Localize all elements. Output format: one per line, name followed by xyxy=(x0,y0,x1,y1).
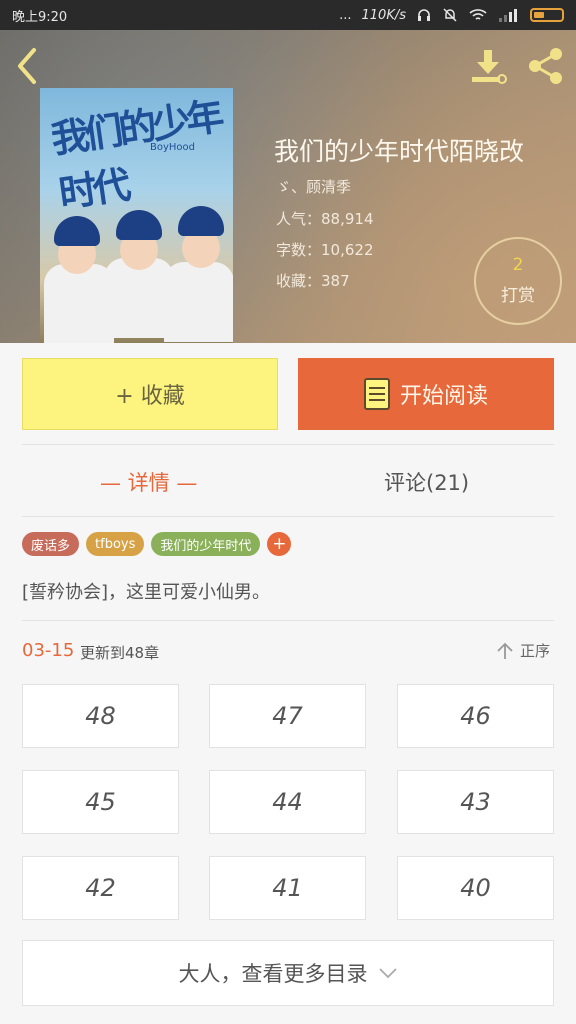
book-word-count: 字数：10,622 xyxy=(276,241,374,259)
book-intro: [誓矜协会]，这里可爱小仙男。 xyxy=(22,582,271,603)
divider xyxy=(22,516,554,517)
reward-label: 打赏 xyxy=(501,286,535,306)
book-popularity: 人气：88,914 xyxy=(276,210,374,228)
download-icon xyxy=(472,50,507,84)
update-text: 更新到48章 xyxy=(80,644,160,662)
sort-label: 正序 xyxy=(520,642,551,660)
chevron-down-icon xyxy=(378,968,397,979)
book-header: 我们的少年时代 BoyHood 我们的少年时代陌晓改 ゞ、顾清季 人气：88,9… xyxy=(0,30,576,343)
book-author[interactable]: ゞ、顾清季 xyxy=(276,176,351,197)
book-icon xyxy=(363,378,390,410)
update-date: 03-15 xyxy=(22,640,75,661)
add-tag-button[interactable]: + xyxy=(267,532,292,556)
collect-button[interactable]: + 收藏 xyxy=(22,358,278,430)
signal-icon xyxy=(499,9,517,22)
chapter-button[interactable]: 40 xyxy=(397,856,554,920)
network-speed: 110K/s xyxy=(361,7,407,23)
tag-item[interactable]: 我们的少年时代 xyxy=(151,532,261,556)
share-button[interactable] xyxy=(526,46,566,86)
cover-subtitle: BoyHood xyxy=(150,142,195,153)
book-title: 我们的少年时代陌晓改 xyxy=(274,137,525,166)
chapter-button[interactable]: 47 xyxy=(209,684,366,748)
chapter-button[interactable]: 45 xyxy=(22,770,179,834)
divider xyxy=(22,444,554,445)
more-catalog-label: 大人，查看更多目录 xyxy=(178,962,368,986)
status-icons: ... 110K/s xyxy=(339,7,564,23)
mute-bell-icon xyxy=(443,8,457,22)
wifi-icon xyxy=(469,9,487,20)
reward-button[interactable]: 2 打赏 xyxy=(474,237,562,325)
status-time: 晚上9:20 xyxy=(12,9,68,25)
chapter-button[interactable]: 44 xyxy=(209,770,366,834)
download-button[interactable] xyxy=(468,46,508,86)
tab-details[interactable]: — 详情 — xyxy=(100,462,197,502)
status-bar: 晚上9:20 ... 110K/s xyxy=(0,0,576,30)
chapter-button[interactable]: 46 xyxy=(397,684,554,748)
book-cover[interactable]: 我们的少年时代 BoyHood xyxy=(40,88,233,343)
book-favorites: 收藏：387 xyxy=(276,272,350,290)
sort-toggle[interactable]: 正序 xyxy=(496,640,550,661)
cover-title: 我们的少年时代 xyxy=(48,93,223,216)
battery-icon xyxy=(530,8,564,22)
chapter-button[interactable]: 48 xyxy=(22,684,179,748)
chapter-button[interactable]: 42 xyxy=(22,856,179,920)
back-button[interactable] xyxy=(12,46,46,84)
divider xyxy=(22,620,554,621)
status-dots: ... xyxy=(339,7,352,23)
start-reading-button[interactable]: 开始阅读 xyxy=(298,358,554,430)
tag-item[interactable]: tfboys xyxy=(86,532,145,556)
more-catalog-button[interactable]: 大人，查看更多目录 xyxy=(22,940,554,1006)
tag-item[interactable]: 废话多 xyxy=(22,532,80,556)
headphone-icon xyxy=(418,9,430,21)
chapter-button[interactable]: 41 xyxy=(209,856,366,920)
share-icon xyxy=(529,48,562,84)
chapter-button[interactable]: 43 xyxy=(397,770,554,834)
arrow-up-icon xyxy=(497,642,513,659)
start-reading-label: 开始阅读 xyxy=(399,384,488,409)
tab-comments[interactable]: 评论(21) xyxy=(384,462,469,502)
back-arrow-icon xyxy=(18,48,36,84)
tag-list: 废话多 tfboys 我们的少年时代 + xyxy=(22,532,292,556)
reward-count: 2 xyxy=(512,255,524,275)
